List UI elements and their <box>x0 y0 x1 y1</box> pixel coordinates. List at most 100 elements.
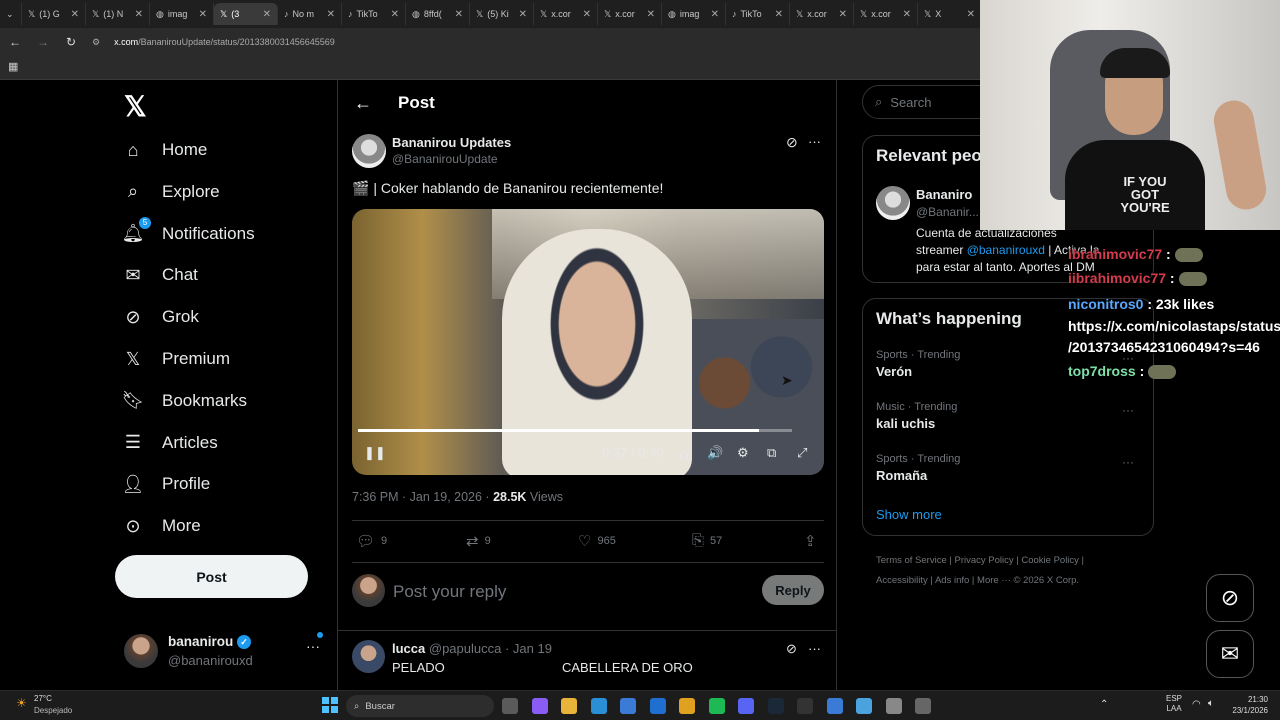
nav-notifications[interactable]: 🔔︎ 5 Notifications <box>122 214 255 254</box>
taskbar-search[interactable]: ⌕ Buscar <box>346 695 494 717</box>
trend-item[interactable]: Sports · Trending Romaña ··· <box>876 453 1142 483</box>
url-field[interactable]: x.com/BananirouUpdate/status/20133800314… <box>114 37 335 47</box>
browser-tab[interactable]: ◍ imag ✕ <box>662 3 726 25</box>
browser-tab[interactable]: ♪ TikTo ✕ <box>726 3 790 25</box>
keyboard-language[interactable]: ESP LAA <box>1166 694 1182 714</box>
pause-icon[interactable]: ❚❚ <box>364 445 386 461</box>
volume-icon[interactable]: 🔊 <box>707 445 723 461</box>
close-tab-icon[interactable]: ✕ <box>519 9 527 20</box>
grok-icon[interactable]: ⊘ <box>786 641 797 657</box>
obs-icon[interactable] <box>915 698 931 714</box>
reload-icon[interactable]: ↻ <box>64 35 78 49</box>
edge-icon[interactable] <box>590 698 607 714</box>
close-tab-icon[interactable]: ✕ <box>711 9 719 20</box>
nav-articles[interactable]: ☰ Articles <box>122 423 218 463</box>
copilot-icon[interactable] <box>531 698 548 714</box>
forward-arrow-icon[interactable]: → <box>36 35 50 49</box>
relevant-name[interactable]: Bananiro <box>916 187 972 202</box>
notepad-icon[interactable] <box>856 698 872 714</box>
nav-more[interactable]: ⊙ More <box>122 506 200 546</box>
nav-chat[interactable]: ✉ Chat <box>122 255 197 295</box>
close-tab-icon[interactable]: ✕ <box>775 9 783 20</box>
browser-tab[interactable]: 𝕏x.cor ✕ <box>790 3 854 25</box>
browser-tab[interactable]: ◍ 8ffd(✕ <box>406 3 470 25</box>
author-handle[interactable]: @BananirouUpdate <box>392 152 498 166</box>
close-tab-icon[interactable]: ✕ <box>263 9 271 20</box>
browser-tab[interactable]: ♪ No m ✕ <box>278 3 342 25</box>
grok-fab-button[interactable]: ⊘ <box>1206 574 1254 622</box>
clock[interactable]: 21:30 23/1/2026 <box>1226 694 1268 716</box>
back-arrow-icon[interactable]: ← <box>8 35 22 49</box>
author-avatar[interactable] <box>352 134 386 168</box>
repost-action[interactable]: ⇄ 9 <box>466 532 491 550</box>
browser-tab[interactable]: 𝕏 X ✕ <box>918 3 980 25</box>
file-explorer-icon[interactable] <box>502 698 518 714</box>
browser-tab[interactable]: ♪ TikTo ✕ <box>342 3 406 25</box>
close-tab-icon[interactable]: ✕ <box>967 9 975 20</box>
browser-tab[interactable]: 𝕏 (5) Ki ✕ <box>470 3 534 25</box>
bookmark-action[interactable]: ⎘ 57 <box>692 532 722 549</box>
start-icon[interactable] <box>322 697 338 713</box>
nav-grok[interactable]: ⊘ Grok <box>122 297 198 337</box>
footer-links[interactable]: Accessibility | Ads info | More ··· © 20… <box>876 575 1079 586</box>
close-tab-icon[interactable]: ✕ <box>903 9 911 20</box>
app-icon[interactable] <box>826 698 843 714</box>
close-tab-icon[interactable]: ✕ <box>839 9 847 20</box>
trend-item[interactable]: Music · Trending kali uchis ··· <box>876 401 1142 431</box>
weather-temp[interactable]: 27°C <box>34 694 52 703</box>
tray-chevron-icon[interactable]: ⌃ <box>1100 699 1108 710</box>
store-icon[interactable] <box>620 698 636 714</box>
close-tab-icon[interactable]: ✕ <box>583 9 591 20</box>
trend-more-icon[interactable]: ··· <box>1122 455 1134 469</box>
post-button[interactable]: Post <box>115 555 308 598</box>
avatar[interactable] <box>352 640 385 673</box>
close-tab-icon[interactable]: ✕ <box>455 9 463 20</box>
account-more-icon[interactable]: ··· <box>306 638 320 654</box>
discord-icon[interactable] <box>738 698 754 714</box>
nav-bookmarks[interactable]: 🔖︎ Bookmarks <box>122 381 247 421</box>
show-more-link[interactable]: Show more <box>876 507 942 522</box>
messages-fab-button[interactable]: ✉ <box>1206 630 1254 678</box>
nav-home[interactable]: ⌂ Home <box>122 130 208 170</box>
video-progress-bar[interactable] <box>358 429 792 432</box>
close-tab-icon[interactable]: ✕ <box>135 9 143 20</box>
nav-premium[interactable]: 𝕏 Premium <box>122 339 230 379</box>
reply-author-name[interactable]: lucca <box>392 641 425 656</box>
reply-button[interactable]: Reply <box>762 575 824 605</box>
account-switcher[interactable]: bananirou ✓ @bananirouxd ··· <box>124 632 324 672</box>
nav-explore[interactable]: ⌕ Explore <box>122 172 220 212</box>
outlook-icon[interactable] <box>649 698 666 714</box>
captions-icon[interactable]: ㏄ <box>679 445 692 464</box>
close-tab-icon[interactable]: ✕ <box>391 9 399 20</box>
share-action[interactable]: ⇪ <box>804 532 817 550</box>
close-tab-icon[interactable]: ✕ <box>327 9 335 20</box>
wifi-icon[interactable]: ◠ <box>1192 699 1201 710</box>
chrome-icon[interactable] <box>679 698 695 714</box>
reply-input[interactable]: Post your reply <box>393 582 506 602</box>
weather-desc[interactable]: Despejado <box>34 706 72 715</box>
x-logo-icon[interactable]: 𝕏 <box>124 90 147 123</box>
post-timestamp[interactable]: 7:36 PM · Jan 19, 2026 · <box>352 490 493 504</box>
relevant-handle[interactable]: @Bananir... <box>916 205 979 219</box>
author-name[interactable]: Bananirou Updates <box>392 135 511 150</box>
spotify-icon[interactable] <box>708 698 725 714</box>
snipping-icon[interactable] <box>885 698 902 714</box>
browser-tab[interactable]: ◍ imag ✕ <box>150 3 214 25</box>
trend-more-icon[interactable]: ··· <box>1122 403 1134 417</box>
weather-icon[interactable]: ☀ <box>16 696 27 710</box>
reply-author-handle[interactable]: @papulucca · Jan 19 <box>429 641 552 656</box>
close-tab-icon[interactable]: ✕ <box>199 9 207 20</box>
obs-icon[interactable] <box>797 698 813 714</box>
browser-tab[interactable]: 𝕏x.cor ✕ <box>598 3 662 25</box>
grok-icon[interactable]: ⊘ <box>786 134 798 151</box>
volume-icon[interactable]: 🔈︎ <box>1208 698 1214 709</box>
footer-links[interactable]: Terms of Service | Privacy Policy | Cook… <box>876 555 1084 566</box>
nav-profile[interactable]: 👤︎ Profile <box>122 464 211 504</box>
like-action[interactable]: ♡ 965 <box>578 532 616 550</box>
picture-in-picture-icon[interactable]: ⧉ <box>767 445 776 461</box>
site-info-icon[interactable]: ⚙ <box>92 37 100 48</box>
reply-composer[interactable]: Post your reply Reply <box>352 574 824 610</box>
browser-tab[interactable]: 𝕏x.cor ✕ <box>854 3 918 25</box>
post-more-icon[interactable]: ··· <box>808 134 821 149</box>
apps-grid-icon[interactable]: ▦ <box>8 60 18 73</box>
